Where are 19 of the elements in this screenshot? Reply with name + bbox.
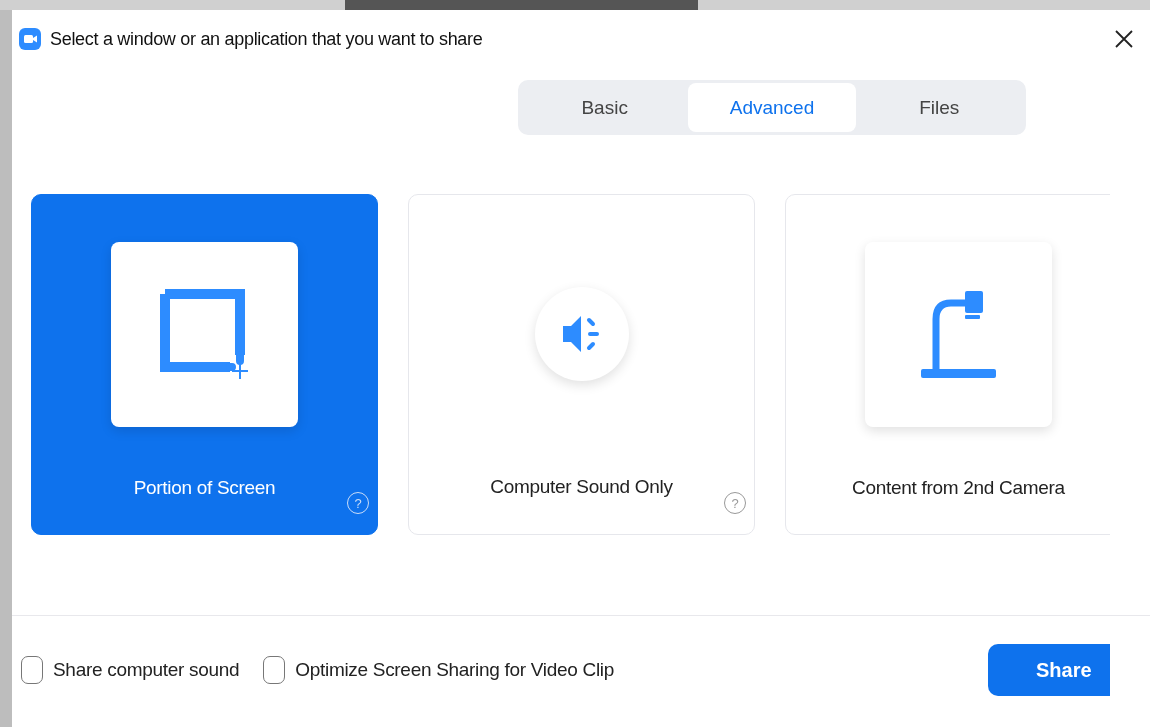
checkbox-label: Optimize Screen Sharing for Video Clip <box>295 659 615 681</box>
option-label: Portion of Screen <box>133 477 276 499</box>
tab[interactable]: Basic <box>521 83 689 132</box>
tab[interactable]: Files <box>855 83 1023 132</box>
close-icon[interactable] <box>1114 29 1134 49</box>
option-label: Content from 2nd Camera <box>852 477 1065 499</box>
option-label: Computer Sound Only <box>490 476 673 498</box>
share-option-card[interactable]: Content from 2nd Camera <box>785 194 1110 535</box>
checkbox[interactable] <box>263 656 286 684</box>
checkbox[interactable] <box>21 656 43 684</box>
share-button[interactable]: Share <box>988 644 1110 696</box>
share-option-card[interactable]: Computer Sound Only ? <box>408 194 755 535</box>
video-camera-icon <box>19 28 41 50</box>
share-option-card[interactable]: Portion of Screen ? <box>31 194 378 535</box>
document-camera-icon <box>920 290 997 379</box>
window-title: Select a window or an application that you want to share <box>50 28 483 50</box>
screen-portion-icon <box>159 288 250 381</box>
checkbox-label: Share computer sound <box>53 659 240 681</box>
tab[interactable]: Advanced <box>688 83 856 132</box>
